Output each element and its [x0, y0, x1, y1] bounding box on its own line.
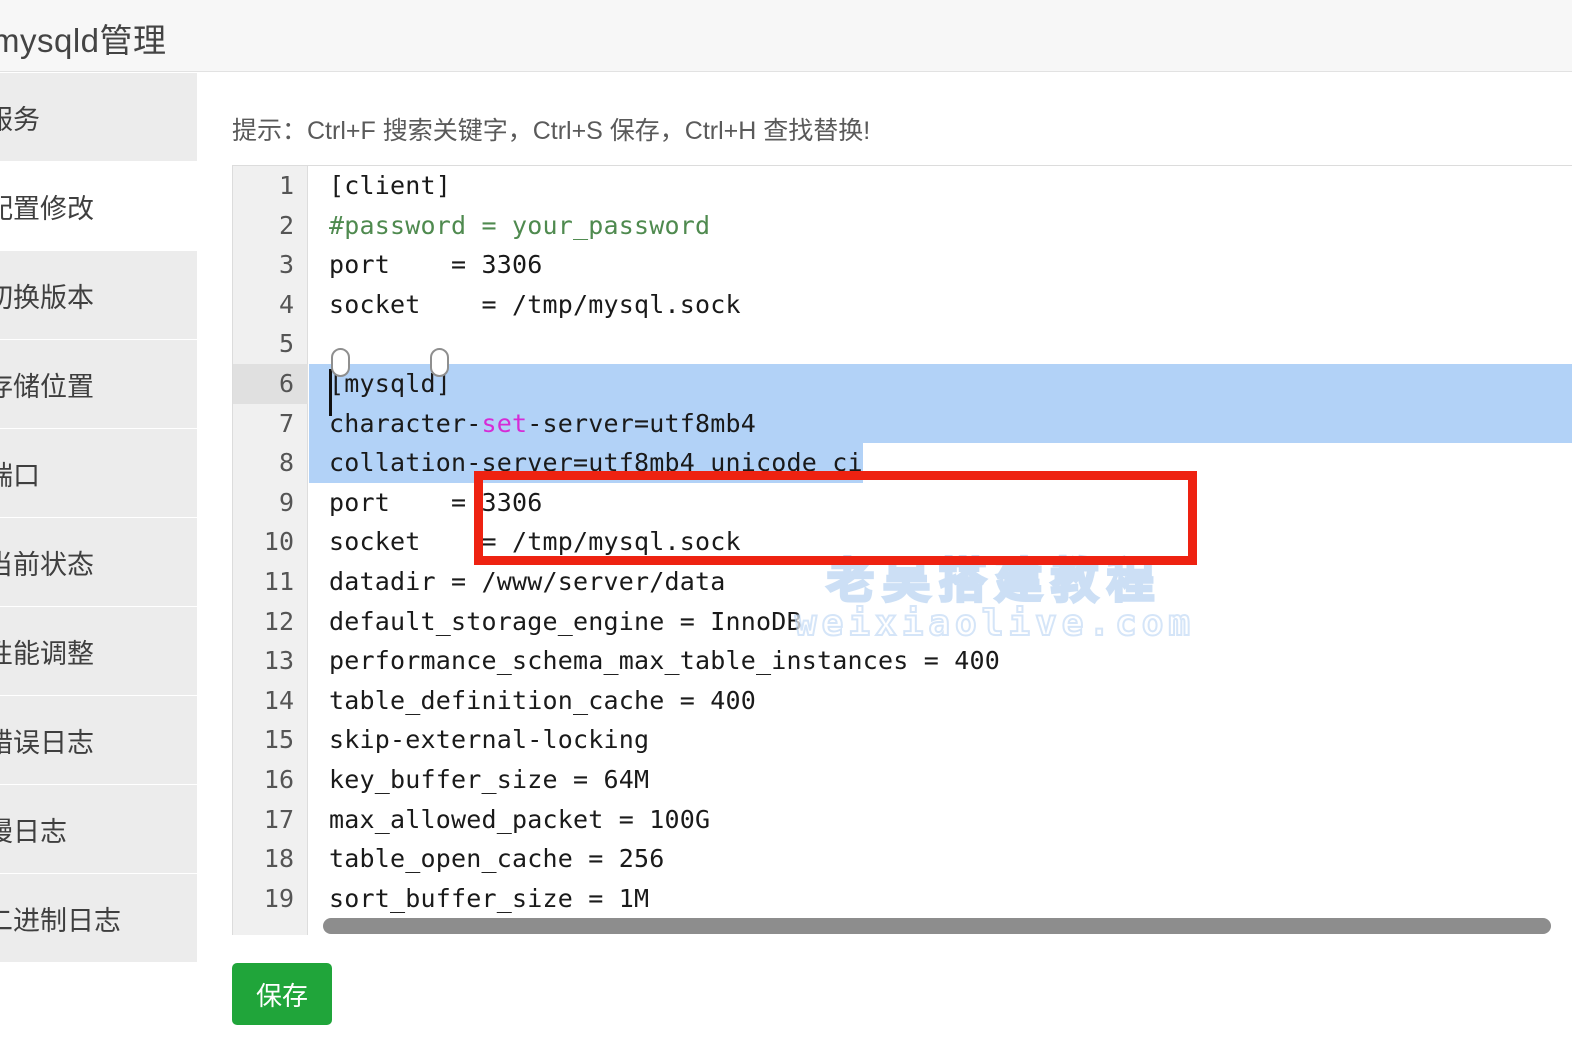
config-code-editor[interactable]: 1 [client] 2 #password = your_password 3 port… [232, 165, 1572, 935]
selection-handle-end[interactable] [430, 348, 449, 377]
code-lines-container[interactable]: 1 [client] 2 #password = your_password 3 port… [233, 166, 1572, 935]
sidebar-item-label: 当前状态 [0, 543, 94, 582]
text-caret-tail [329, 402, 332, 416]
code-line[interactable]: 15 skip-external-locking [233, 720, 1572, 760]
sidebar-nav: 服务配置修改切换版本存储位置端口当前状态性能调整错误日志慢日志二进制日志 [0, 73, 197, 1056]
line-number: 3 [233, 245, 294, 285]
code-line[interactable]: 18 table_open_cache = 256 [233, 839, 1572, 879]
line-number: 5 [233, 324, 294, 364]
code-line-text: port = 3306 [329, 483, 543, 523]
code-line[interactable]: 6[mysqld] [233, 364, 1572, 404]
code-line[interactable]: 14 table_definition_cache = 400 [233, 681, 1572, 721]
code-line-text: character-set-server=utf8mb4 [329, 404, 756, 444]
code-line-text: #password = your_password [329, 206, 710, 246]
code-line[interactable]: 11 datadir = /www/server/data [233, 562, 1572, 602]
code-line[interactable]: 12 default_storage_engine = InnoDB [233, 602, 1572, 642]
line-number: 8 [233, 443, 294, 483]
line-number: 4 [233, 285, 294, 325]
sidebar-item-label: 配置修改 [0, 187, 94, 226]
sidebar-item-label: 二进制日志 [0, 899, 121, 938]
code-line-text: sort_buffer_size = 1M [329, 879, 649, 919]
code-line-text: key_buffer_size = 64M [329, 760, 649, 800]
save-button[interactable]: 保存 [232, 963, 332, 1025]
page-title: mysqld管理 [0, 14, 167, 62]
line-number: 1 [233, 166, 294, 206]
code-line[interactable]: 17 max_allowed_packet = 100G [233, 800, 1572, 840]
line-number: 10 [233, 522, 294, 562]
code-line-text: collation-server=utf8mb4_unicode_ci [329, 443, 863, 483]
line-number: 11 [233, 562, 294, 602]
line-number: 9 [233, 483, 294, 523]
editor-horizontal-scrollbar[interactable] [309, 917, 1572, 935]
sidebar-item-2[interactable]: 切换版本 [0, 251, 197, 340]
scrollbar-thumb[interactable] [323, 918, 1551, 934]
code-line[interactable]: 16 key_buffer_size = 64M [233, 760, 1572, 800]
code-line-text: skip-external-locking [329, 720, 649, 760]
code-line[interactable]: 3 port = 3306 [233, 245, 1572, 285]
sidebar-item-6[interactable]: 性能调整 [0, 607, 197, 696]
sidebar-item-9[interactable]: 二进制日志 [0, 874, 197, 963]
code-line[interactable]: 19 sort_buffer_size = 1M [233, 879, 1572, 919]
line-number: 7 [233, 404, 294, 444]
line-number: 17 [233, 800, 294, 840]
sidebar-item-label: 慢日志 [0, 810, 67, 849]
sidebar-item-label: 存储位置 [0, 365, 94, 404]
code-line[interactable]: 10 socket = /tmp/mysql.sock [233, 522, 1572, 562]
line-number: 19 [233, 879, 294, 919]
code-line[interactable]: 2 #password = your_password [233, 206, 1572, 246]
code-line[interactable]: 9 port = 3306 [233, 483, 1572, 523]
line-number: 18 [233, 839, 294, 879]
sidebar-item-7[interactable]: 错误日志 [0, 696, 197, 785]
line-number: 6 [233, 364, 294, 404]
line-number: 16 [233, 760, 294, 800]
sidebar-item-8[interactable]: 慢日志 [0, 785, 197, 874]
code-line-text: port = 3306 [329, 245, 543, 285]
code-line[interactable]: 4 socket = /tmp/mysql.sock [233, 285, 1572, 325]
line-number: 15 [233, 720, 294, 760]
code-line-text: socket = /tmp/mysql.sock [329, 285, 741, 325]
page-header: mysqld管理 [0, 0, 1572, 72]
code-line-text: socket = /tmp/mysql.sock [329, 522, 741, 562]
sidebar-item-label: 切换版本 [0, 276, 94, 315]
selection-highlight [309, 364, 1572, 404]
code-line-text: default_storage_engine = InnoDB [329, 602, 802, 642]
content-panel: 提示：Ctrl+F 搜索关键字，Ctrl+S 保存，Ctrl+H 查找替换! 1… [197, 73, 1572, 1056]
code-line[interactable]: 8 collation-server=utf8mb4_unicode_ci [233, 443, 1572, 483]
code-line-text: max_allowed_packet = 100G [329, 800, 710, 840]
sidebar-item-4[interactable]: 端口 [0, 429, 197, 518]
line-number: 14 [233, 681, 294, 721]
code-line-text: performance_schema_max_table_instances =… [329, 641, 1000, 681]
sidebar-item-label: 错误日志 [0, 721, 94, 760]
line-number: 2 [233, 206, 294, 246]
code-line-text: table_open_cache = 256 [329, 839, 665, 879]
code-line-text: datadir = /www/server/data [329, 562, 726, 602]
text-caret [329, 369, 332, 402]
sidebar-item-label: 服务 [0, 98, 40, 137]
code-keyword: set [482, 409, 528, 438]
selection-handle-start[interactable] [331, 348, 350, 377]
sidebar-item-1[interactable]: 配置修改 [0, 162, 197, 251]
line-number: 12 [233, 602, 294, 642]
line-number: 13 [233, 641, 294, 681]
sidebar-item-0[interactable]: 服务 [0, 73, 197, 162]
code-line[interactable]: 7 character-set-server=utf8mb4 [233, 404, 1572, 444]
shortcut-hint: 提示：Ctrl+F 搜索关键字，Ctrl+S 保存，Ctrl+H 查找替换! [232, 111, 870, 147]
code-text-part: character- [329, 409, 482, 438]
code-line[interactable]: 1 [client] [233, 166, 1572, 206]
sidebar-item-3[interactable]: 存储位置 [0, 340, 197, 429]
code-line-text: [client] [329, 166, 451, 206]
sidebar-item-label: 端口 [0, 454, 40, 493]
code-line-text: table_definition_cache = 400 [329, 681, 756, 721]
sidebar-item-label: 性能调整 [0, 632, 94, 671]
code-line[interactable]: 13 performance_schema_max_table_instances… [233, 641, 1572, 681]
mysqld-management-page: mysqld管理 服务配置修改切换版本存储位置端口当前状态性能调整错误日志慢日志… [0, 0, 1572, 1056]
code-text-part: -server=utf8mb4 [527, 409, 756, 438]
sidebar-item-5[interactable]: 当前状态 [0, 518, 197, 607]
